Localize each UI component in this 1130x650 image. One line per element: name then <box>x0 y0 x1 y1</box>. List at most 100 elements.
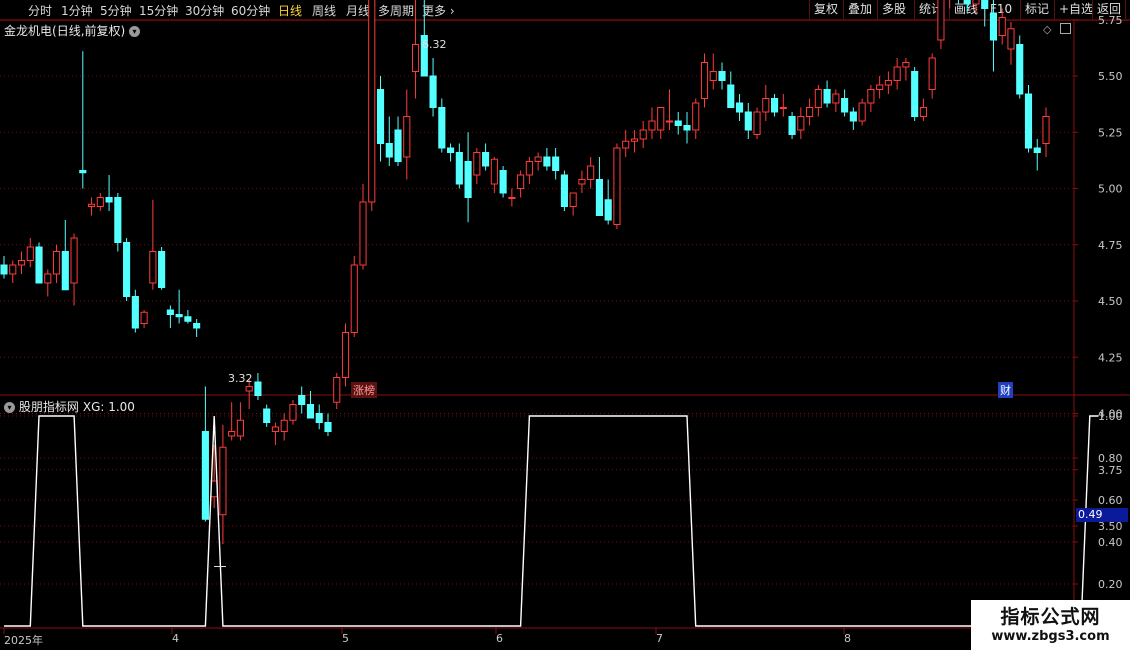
candle-body <box>823 89 831 104</box>
candle-body <box>718 71 726 81</box>
price-tick-label: 4.25 <box>1098 351 1123 364</box>
candle-body <box>289 404 297 421</box>
indicator-tick-label: 0.20 <box>1098 578 1123 591</box>
candle-body <box>184 316 192 322</box>
candle-body <box>595 179 603 216</box>
current-value-badge: 0.49 <box>1076 508 1128 522</box>
candle-body <box>517 174 525 189</box>
price-tick-label: 3.75 <box>1098 464 1123 477</box>
candle-body <box>604 199 612 221</box>
candle-body <box>919 107 927 117</box>
x-axis-label: 5 <box>342 632 349 645</box>
candle-body <box>727 84 735 108</box>
price-tick-label: 4.50 <box>1098 295 1123 308</box>
candle-body <box>700 62 709 99</box>
candle-body <box>849 111 857 122</box>
candle-body <box>166 309 174 315</box>
candle-body <box>867 89 875 104</box>
candle-body <box>788 116 796 135</box>
candle-body <box>972 0 980 5</box>
candle-body <box>630 138 639 142</box>
candle-body <box>981 0 989 9</box>
candle-body <box>324 422 332 432</box>
candle-body <box>263 408 271 423</box>
candle-body <box>963 0 971 5</box>
candle-body <box>17 260 26 266</box>
candle-body <box>333 377 341 403</box>
candle-body <box>560 174 568 207</box>
price-tick-label: 5.50 <box>1098 70 1123 83</box>
candle-body <box>219 446 227 516</box>
indicator-tick-label: 1.00 <box>1098 410 1123 423</box>
indicator-tick-label: 0.40 <box>1098 536 1123 549</box>
candle-body <box>271 426 280 432</box>
price-tick-label: 5.75 <box>1098 14 1123 27</box>
candle-body <box>534 156 542 162</box>
candle-body <box>341 332 350 378</box>
candle-body <box>578 179 586 185</box>
candle-body <box>1024 93 1033 149</box>
watermark-title: 指标公式网 <box>1000 606 1101 628</box>
candle-body <box>1033 147 1041 153</box>
candle-body <box>692 102 700 131</box>
candle-body <box>814 89 822 108</box>
candle-body <box>735 102 744 113</box>
candle-body <box>201 431 209 520</box>
event-tag-zhangbang[interactable]: 涨榜 <box>351 382 377 398</box>
candle-body <box>911 71 919 117</box>
candle-body <box>937 0 945 41</box>
candle-body <box>683 125 691 131</box>
candle-body <box>639 129 647 140</box>
candle-body <box>9 264 17 275</box>
candle-body <box>236 419 244 437</box>
candle-body <box>797 116 805 131</box>
candle-body <box>411 44 420 72</box>
candle-body <box>989 12 998 41</box>
candle-body <box>359 201 367 266</box>
candle-body <box>1007 28 1015 50</box>
candle-body <box>499 170 507 194</box>
candle-body <box>464 161 472 198</box>
event-tag-finance[interactable]: 财 <box>998 382 1013 398</box>
candle-body <box>438 107 446 149</box>
candle-body <box>315 413 323 423</box>
candle-body <box>158 251 166 288</box>
candle-body <box>806 107 814 117</box>
candle-body <box>245 386 253 392</box>
candle-body <box>543 156 551 167</box>
candle-body <box>87 203 96 207</box>
candle-body <box>1042 116 1050 144</box>
candle-body <box>473 152 481 176</box>
candle-body <box>770 98 779 113</box>
x-axis-label: 8 <box>844 632 851 645</box>
indicator-tick-label: 0.60 <box>1098 494 1123 507</box>
candle-body <box>61 251 69 291</box>
candle-body <box>482 152 490 167</box>
candle-body <box>858 102 866 122</box>
candle-body <box>753 111 761 135</box>
candle-body <box>123 242 131 297</box>
candle-body <box>350 264 358 333</box>
candle-body <box>779 107 787 109</box>
candle-body <box>394 129 402 162</box>
candle-body <box>376 89 385 144</box>
candle-body <box>306 404 315 419</box>
high-price-label: 6.32 <box>422 38 447 51</box>
candle-body <box>876 84 884 90</box>
x-axis-label: 6 <box>496 632 503 645</box>
candle-body <box>508 197 516 199</box>
kline-chart[interactable]: 3.503.754.004.254.504.755.005.255.505.75… <box>0 0 1130 650</box>
indicator-tick-label: 0.80 <box>1098 452 1123 465</box>
price-tick-label: 5.00 <box>1098 183 1123 196</box>
candle-body <box>175 314 183 318</box>
candle-body <box>762 98 770 113</box>
low-price-label: 3.32 <box>228 372 253 385</box>
candle-body <box>552 156 560 171</box>
candle-body <box>648 120 656 131</box>
candle-body <box>665 120 674 123</box>
candle-body <box>998 17 1006 36</box>
candle-body <box>657 107 665 131</box>
candle-body <box>622 140 630 149</box>
candle-body <box>140 311 148 324</box>
x-axis-label: 2025年 <box>4 634 43 647</box>
